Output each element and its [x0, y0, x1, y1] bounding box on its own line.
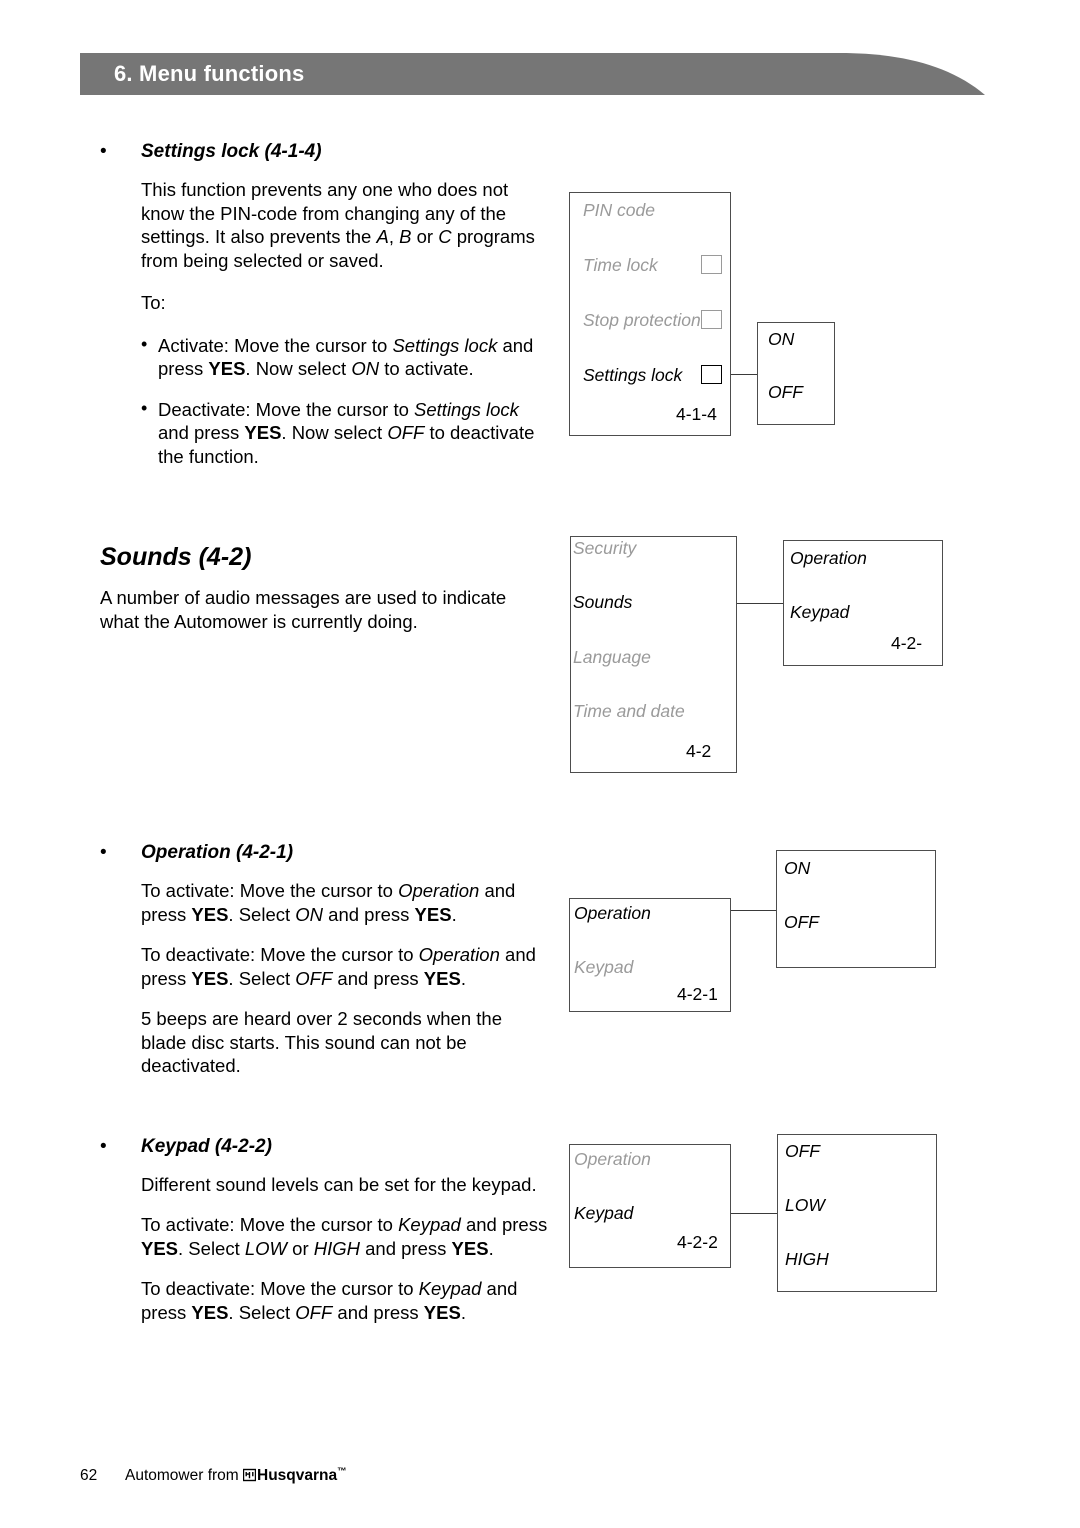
document-page: 6. Menu functions • Settings lock (4-1-4…	[0, 0, 1080, 1528]
menu-entry-operation[interactable]: Operation	[574, 1149, 651, 1169]
page-number: 62	[80, 1467, 98, 1485]
connector-line	[731, 1213, 777, 1215]
menu-code-label: 4-2-2	[677, 1232, 718, 1252]
trademark-symbol: ™	[337, 1466, 347, 1477]
option-low[interactable]: LOW	[785, 1195, 825, 1215]
menu-entry-keypad[interactable]: Keypad	[574, 1203, 633, 1223]
menu-diagram-keypad: Operation Keypad 4-2-2 OFF LOW HIGH	[0, 0, 1080, 1528]
option-high[interactable]: HIGH	[785, 1249, 829, 1269]
footer-text: Automower from	[125, 1467, 239, 1485]
option-off[interactable]: OFF	[785, 1141, 820, 1161]
page-footer: 62 Automower from Husqvarna™	[80, 1466, 347, 1485]
husqvarna-crown-icon	[242, 1468, 257, 1482]
brand-name: Husqvarna	[257, 1467, 338, 1485]
